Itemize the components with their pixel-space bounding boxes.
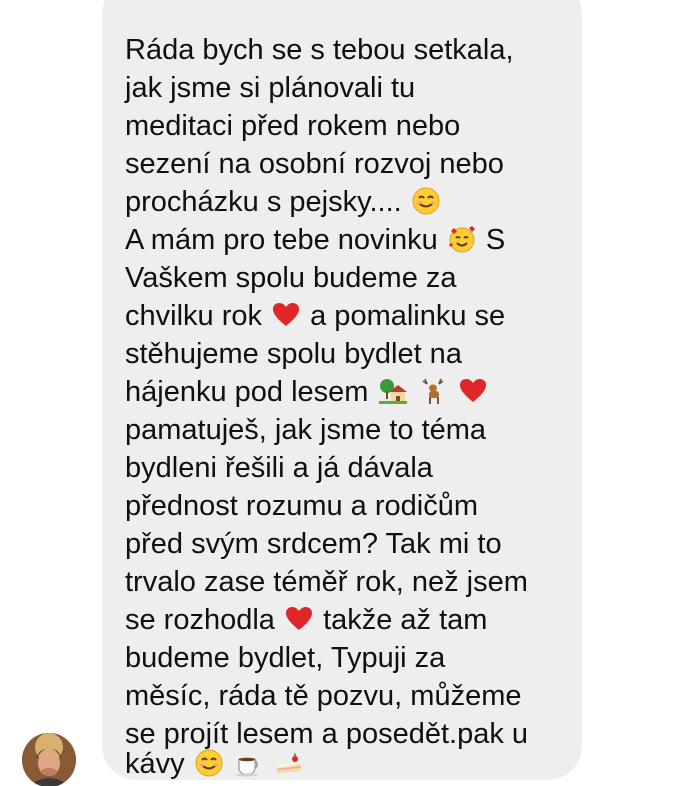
message-line: Ráda bych se s tebou setkala, bbox=[125, 34, 514, 66]
avatar-photo bbox=[22, 733, 76, 786]
red-heart-emoji bbox=[272, 301, 300, 329]
message-line: měsíc, ráda tě pozvu, můžeme bbox=[125, 680, 522, 712]
message-line: chvilku rok a pomalinku se bbox=[125, 300, 506, 332]
message-line: pamatuješ, jak jsme to téma bbox=[125, 414, 487, 446]
house-with-garden-emoji bbox=[378, 377, 407, 405]
shortcake-emoji bbox=[275, 749, 303, 777]
red-heart-emoji bbox=[285, 605, 313, 633]
message-line: se rozhodla takže až tam bbox=[125, 604, 488, 636]
message-line: bydleni řešili a já dávala bbox=[125, 452, 433, 484]
message-line: kávy bbox=[125, 745, 305, 783]
message-line: budeme bydlet, Typuji za bbox=[125, 642, 446, 674]
message-line: sezení na osobní rozvoj nebo bbox=[125, 148, 504, 180]
message-line: trvalo zase téměř rok, než jsem bbox=[125, 566, 528, 598]
message-line: přednost rozumu a rodičům bbox=[125, 490, 478, 522]
message-line: hájenku pod lesem bbox=[125, 373, 489, 411]
deer-emoji bbox=[419, 377, 447, 405]
message-line: před svým srdcem? Tak mi to bbox=[125, 528, 502, 560]
message-line: stěhujeme spolu bydlet na bbox=[125, 338, 462, 370]
message-line: A mám pro tebe novinku S bbox=[125, 224, 506, 256]
message-line: meditaci před rokem nebo bbox=[125, 110, 461, 142]
smiling-face-emoji bbox=[195, 749, 223, 777]
chat-area: Ráda bych se s tebou setkala, jak jsme s… bbox=[0, 0, 700, 786]
smiling-face-with-hearts-emoji bbox=[448, 225, 476, 253]
contact-avatar[interactable] bbox=[22, 733, 76, 786]
red-heart-emoji bbox=[459, 377, 487, 405]
smiling-face-emoji bbox=[412, 187, 440, 215]
message-line: procházku s pejsky.... bbox=[125, 183, 442, 221]
message-line: Vaškem spolu budeme za bbox=[125, 262, 457, 294]
hot-beverage-emoji bbox=[235, 749, 263, 777]
message-line: jak jsme si plánovali tu bbox=[125, 72, 416, 104]
